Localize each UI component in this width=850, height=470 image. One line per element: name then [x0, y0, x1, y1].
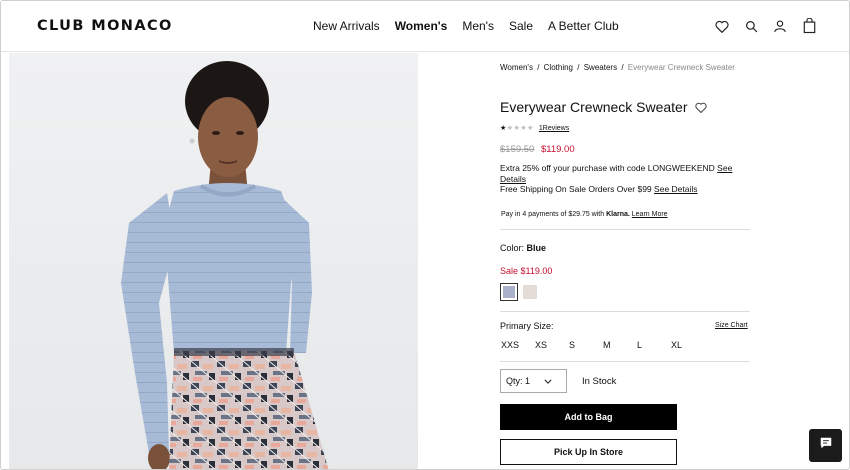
nav-item-womens[interactable]: Women's [395, 19, 448, 33]
chat-button[interactable] [809, 429, 842, 462]
star-filled-icon: ★ [500, 125, 507, 132]
klarna-message: Pay in 4 payments of $29.75 with Klarna.… [501, 211, 668, 218]
star-empty-icon: ★★★★ [506, 125, 534, 132]
klarna-learn-more-link[interactable]: Learn More [632, 211, 668, 218]
klarna-text: Pay in 4 payments of $29.75 with [501, 211, 605, 218]
swatch-blue[interactable] [500, 283, 518, 301]
model-photo [9, 53, 418, 469]
breadcrumb-separator: / [537, 63, 540, 72]
product-image[interactable] [9, 53, 418, 469]
size-option-xxs[interactable]: XXS [501, 340, 535, 350]
pick-up-in-store-button[interactable]: Pick Up In Store [500, 439, 677, 465]
color-value: Blue [526, 243, 547, 253]
breadcrumb-sweaters[interactable]: Sweaters [584, 63, 617, 72]
promo-code-text: Extra 25% off your purchase with code LO… [500, 163, 715, 173]
divider [500, 311, 750, 312]
wishlist-heart-icon[interactable] [713, 17, 731, 35]
promo-code-message: Extra 25% off your purchase with code LO… [500, 163, 750, 184]
chevron-down-icon [544, 376, 552, 386]
breadcrumb-clothing[interactable]: Clothing [544, 63, 573, 72]
quantity-select[interactable]: Qty: 1 [500, 369, 567, 393]
header-icons [713, 17, 829, 35]
nav-item-sale[interactable]: Sale [509, 19, 533, 33]
product-rating: ★★★★★ 1Reviews [500, 124, 569, 133]
breadcrumb-current: Everywear Crewneck Sweater [627, 63, 735, 72]
main-nav: New Arrivals Women's Men's Sale A Better… [313, 19, 634, 33]
size-label: Primary Size: [500, 321, 554, 331]
klarna-logo: Klarna. [606, 211, 630, 218]
shopping-bag-icon[interactable] [800, 17, 818, 35]
site-header: CLUB MONACO New Arrivals Women's Men's S… [1, 1, 849, 52]
breadcrumb-separator: / [577, 63, 580, 72]
breadcrumb: Women's / Clothing / Sweaters / Everywea… [500, 63, 735, 72]
color-swatches [500, 283, 542, 301]
size-option-s[interactable]: S [569, 340, 603, 350]
divider [500, 229, 750, 230]
size-options: XXS XS S M L XL [501, 340, 705, 350]
shipping-see-details-link[interactable]: See Details [654, 184, 697, 194]
nav-item-new-arrivals[interactable]: New Arrivals [313, 19, 380, 33]
product-title: Everywear Crewneck Sweater [500, 99, 688, 115]
add-to-wishlist-heart-icon[interactable] [695, 100, 707, 118]
add-to-bag-button[interactable]: Add to Bag [500, 404, 677, 430]
chat-icon [819, 436, 833, 455]
price-block: $159.50 $119.00 [500, 144, 575, 155]
size-option-l[interactable]: L [637, 340, 671, 350]
nav-item-mens[interactable]: Men's [462, 19, 494, 33]
account-icon[interactable] [771, 17, 789, 35]
reviews-link[interactable]: 1Reviews [539, 125, 569, 132]
nav-item-a-better-club[interactable]: A Better Club [548, 19, 619, 33]
color-label: Color: Blue [500, 243, 546, 253]
breadcrumb-separator: / [621, 63, 624, 72]
original-price: $159.50 [500, 144, 535, 155]
breadcrumb-womens[interactable]: Women's [500, 63, 533, 72]
sale-price: $119.00 [540, 144, 575, 155]
size-option-xl[interactable]: XL [671, 340, 705, 350]
swatch-oatmeal[interactable] [521, 283, 539, 301]
size-option-xs[interactable]: XS [535, 340, 569, 350]
brand-logo[interactable]: CLUB MONACO [37, 18, 173, 34]
divider [500, 361, 750, 362]
free-shipping-message: Free Shipping On Sale Orders Over $99 Se… [500, 184, 698, 194]
quantity-value: Qty: 1 [506, 376, 531, 386]
color-label-text: Color: [500, 243, 525, 253]
free-shipping-text: Free Shipping On Sale Orders Over $99 [500, 184, 652, 194]
selected-color-sale-price: Sale $119.00 [500, 266, 553, 276]
size-chart-link[interactable]: Size Chart [715, 322, 748, 329]
stock-status: In Stock [582, 376, 617, 387]
page-frame: CLUB MONACO New Arrivals Women's Men's S… [0, 0, 850, 470]
rating-stars: ★★★★★ [500, 124, 534, 132]
search-icon[interactable] [742, 17, 760, 35]
size-option-m[interactable]: M [603, 340, 637, 350]
